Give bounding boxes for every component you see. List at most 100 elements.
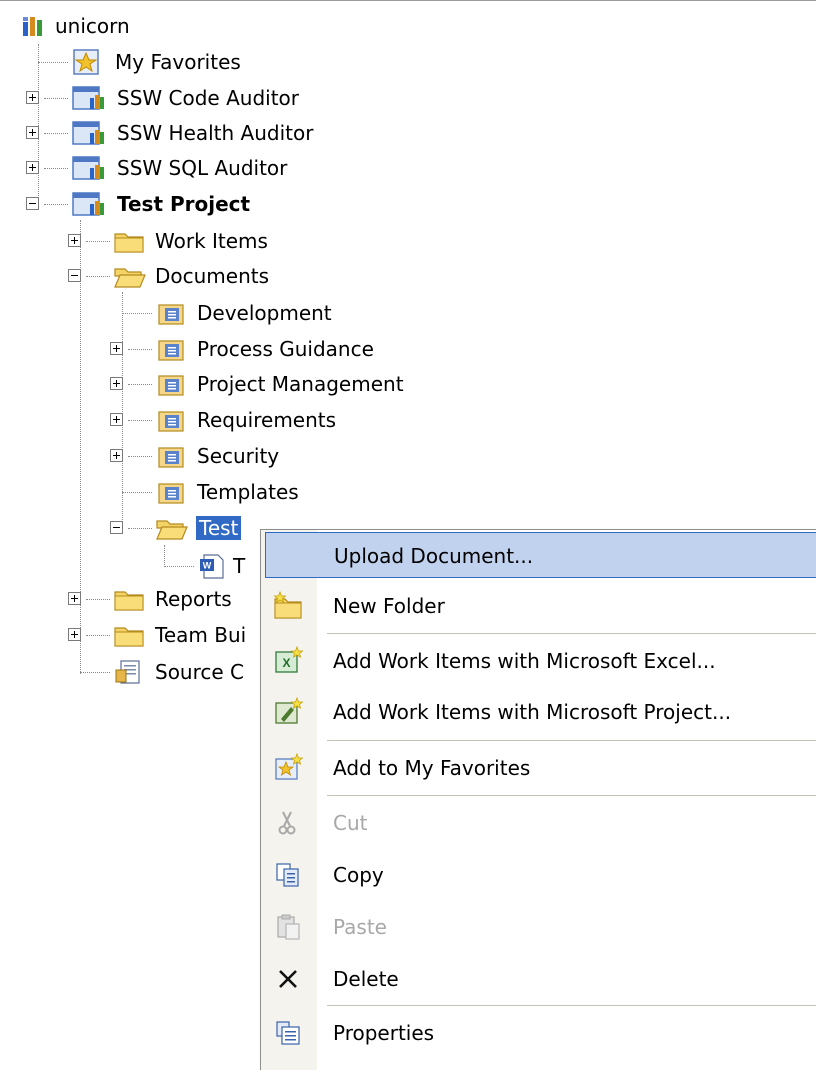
tree-item-requirements[interactable]: Requirements — [154, 404, 339, 436]
menu-item-label: New Folder — [333, 594, 445, 618]
tree-item-development[interactable]: Development — [154, 297, 335, 329]
tree-item-test[interactable]: Test — [154, 512, 242, 544]
tree-label: Documents — [155, 264, 270, 288]
menu-item-cut[interactable]: Cut — [265, 800, 816, 846]
tree-line — [86, 276, 110, 277]
collapse-documents-button[interactable] — [68, 269, 81, 282]
menu-item-paste[interactable]: Paste — [265, 904, 816, 950]
collapse-test-button[interactable] — [110, 521, 123, 534]
tree-line — [38, 62, 68, 63]
tree-item-my-favorites[interactable]: My Favorites — [70, 46, 244, 78]
tree-label: Work Items — [155, 229, 268, 253]
menu-item-label: Add Work Items with Microsoft Project... — [333, 700, 732, 724]
tree-line — [44, 168, 68, 169]
document-library-icon — [158, 340, 184, 361]
expand-work-items-button[interactable] — [68, 234, 81, 247]
tree-line — [122, 492, 152, 493]
tree-line — [122, 313, 152, 314]
menu-item-add-to-my-favorites[interactable]: Add to My Favorites — [265, 745, 816, 791]
menu-item-label: Properties — [333, 1021, 435, 1045]
menu-item-delete[interactable]: Delete — [265, 956, 816, 1002]
tree-label: Templates — [197, 480, 299, 504]
folder-open-icon — [114, 268, 146, 288]
document-library-icon — [158, 483, 184, 504]
menu-item-new-folder[interactable]: New Folder — [265, 583, 816, 629]
expand-code-auditor-button[interactable] — [26, 91, 39, 104]
properties-icon — [276, 1021, 300, 1045]
tree-item-ssw-health-auditor[interactable]: SSW Health Auditor — [70, 117, 316, 149]
menu-item-upload-document[interactable]: Upload Document... — [265, 532, 816, 578]
expand-reports-button[interactable] — [68, 592, 81, 605]
tree-item-source-control[interactable]: Source C — [112, 656, 247, 688]
tree-line — [44, 98, 68, 99]
tree-label: unicorn — [55, 14, 130, 38]
folder-icon — [114, 233, 144, 253]
menu-item-add-work-items-project[interactable]: Add Work Items with Microsoft Project... — [265, 689, 816, 735]
menu-item-add-work-items-excel[interactable]: X Add Work Items with Microsoft Excel... — [265, 638, 816, 684]
cut-icon — [278, 811, 296, 835]
delete-icon — [279, 970, 297, 988]
tree-line — [128, 456, 152, 457]
tree-line — [44, 204, 68, 205]
menu-separator — [327, 795, 816, 796]
tree-label: SSW Health Auditor — [117, 121, 314, 145]
excel-add-icon: X — [275, 646, 303, 673]
folder-icon — [114, 627, 144, 647]
document-library-icon — [158, 304, 184, 325]
source-control-icon — [115, 660, 140, 684]
tree-line — [38, 44, 39, 206]
expand-security-button[interactable] — [110, 449, 123, 462]
folder-open-icon — [156, 520, 188, 540]
word-document-icon: W — [200, 554, 224, 579]
menu-item-properties[interactable]: Properties — [265, 1010, 816, 1056]
expand-requirements-button[interactable] — [110, 413, 123, 426]
tree-item-templates[interactable]: Templates — [154, 476, 302, 508]
tree-item-security[interactable]: Security — [154, 440, 282, 472]
new-folder-icon — [273, 591, 302, 619]
expand-health-auditor-button[interactable] — [26, 126, 39, 139]
tree-label: SSW SQL Auditor — [117, 156, 288, 180]
tree-item-process-guidance[interactable]: Process Guidance — [154, 333, 377, 365]
tree-item-ssw-sql-auditor[interactable]: SSW SQL Auditor — [70, 152, 290, 184]
favorites-star-icon — [73, 49, 99, 75]
tree-line — [128, 528, 152, 529]
collapse-test-project-button[interactable] — [26, 197, 39, 210]
tree-label: T — [233, 554, 246, 578]
expand-process-guidance-button[interactable] — [110, 342, 123, 355]
tree-label: Team Bui — [155, 623, 247, 647]
expand-project-management-button[interactable] — [110, 377, 123, 390]
menu-separator — [327, 633, 816, 634]
tree-label: Reports — [155, 587, 232, 611]
tree-item-documents[interactable]: Documents — [112, 260, 272, 292]
document-library-icon — [158, 375, 184, 396]
tree-label: Test Project — [117, 192, 251, 216]
tree-label: Process Guidance — [197, 337, 374, 361]
expand-team-build-button[interactable] — [68, 628, 81, 641]
tree-label: My Favorites — [115, 50, 241, 74]
tree-label: Test — [196, 516, 242, 540]
menu-item-copy[interactable]: Copy — [265, 852, 816, 898]
tree-item-reports[interactable]: Reports — [112, 583, 235, 615]
tree-label: Requirements — [197, 408, 337, 432]
document-library-icon — [158, 411, 184, 432]
tree-line — [86, 599, 110, 600]
tree-item-test-document[interactable]: W T — [196, 550, 248, 582]
tree-item-team-build[interactable]: Team Bui — [112, 619, 249, 651]
team-project-icon — [72, 156, 104, 180]
tree-item-test-project[interactable]: Test Project — [70, 188, 253, 220]
document-library-icon — [158, 447, 184, 468]
paste-icon — [277, 914, 300, 940]
tree-line — [128, 384, 152, 385]
tree-root-unicorn[interactable]: unicorn — [22, 10, 133, 42]
team-project-icon — [72, 192, 104, 216]
tree-item-project-management[interactable]: Project Management — [154, 368, 407, 400]
menu-item-label: Paste — [333, 915, 387, 939]
svg-text:X: X — [282, 656, 290, 670]
tree-label: SSW Code Auditor — [117, 86, 299, 110]
expand-sql-auditor-button[interactable] — [26, 161, 39, 174]
tree-item-ssw-code-auditor[interactable]: SSW Code Auditor — [70, 82, 302, 114]
team-project-icon — [72, 121, 104, 145]
menu-separator — [327, 1005, 816, 1006]
menu-item-label: Add to My Favorites — [333, 756, 531, 780]
tree-item-work-items[interactable]: Work Items — [112, 225, 271, 257]
